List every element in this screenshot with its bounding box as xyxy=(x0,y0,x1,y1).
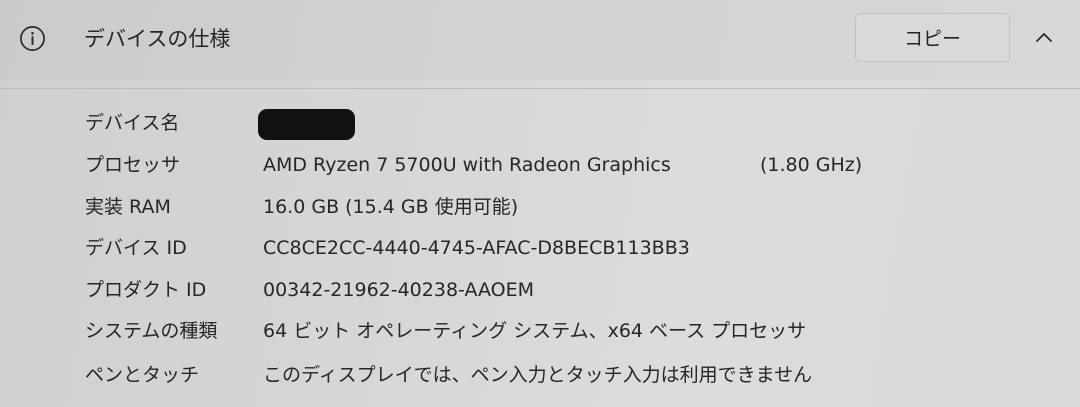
info-icon xyxy=(20,26,45,51)
spec-row-pen-and-touch: ペンとタッチ このディスプレイでは、ペン入力とタッチ入力は利用できません xyxy=(0,355,1080,395)
copy-button[interactable]: コピー xyxy=(855,13,1010,62)
spec-value: AMD Ryzen 7 5700U with Radeon Graphics xyxy=(263,154,671,176)
spec-label: システムの種類 xyxy=(85,320,218,342)
spec-label: プロセッサ xyxy=(85,154,181,176)
spec-value: 16.0 GB (15.4 GB 使用可能) xyxy=(263,196,519,218)
spec-value: CC8CE2CC-4440-4745-AFAC-D8BECB113BB3 xyxy=(263,237,690,259)
spec-label: デバイス ID xyxy=(85,237,187,259)
chevron-up-icon[interactable] xyxy=(1030,24,1058,52)
spec-row-product-id: プロダクト ID 00342-21962-40238-AAOEM xyxy=(0,270,1080,310)
spec-row-device-id: デバイス ID CC8CE2CC-4440-4745-AFAC-D8BECB11… xyxy=(0,228,1080,268)
header-divider xyxy=(0,88,1080,89)
redacted-device-name xyxy=(258,109,355,140)
spec-row-processor: プロセッサ AMD Ryzen 7 5700U with Radeon Grap… xyxy=(0,145,1080,185)
spec-label: プロダクト ID xyxy=(85,279,207,301)
spec-row-device-name: デバイス名 xyxy=(0,103,1080,143)
section-title: デバイスの仕様 xyxy=(84,27,231,51)
spec-label: デバイス名 xyxy=(85,112,180,134)
spec-label: ペンとタッチ xyxy=(85,364,200,386)
device-specifications-header[interactable]: デバイスの仕様 コピー xyxy=(0,0,1080,80)
spec-label: 実装 RAM xyxy=(85,196,171,218)
spec-value: 00342-21962-40238-AAOEM xyxy=(263,279,535,301)
spec-row-installed-ram: 実装 RAM 16.0 GB (15.4 GB 使用可能) xyxy=(0,187,1080,227)
processor-speed: (1.80 GHz) xyxy=(760,154,863,176)
spec-row-system-type: システムの種類 64 ビット オペレーティング システム、x64 ベース プロセ… xyxy=(0,311,1080,351)
device-specifications-panel: デバイスの仕様 コピー デバイス名 プロセッサ AMD Ryzen 7 5700… xyxy=(0,0,1080,407)
spec-value: 64 ビット オペレーティング システム、x64 ベース プロセッサ xyxy=(263,320,807,342)
spec-value: このディスプレイでは、ペン入力とタッチ入力は利用できません xyxy=(263,364,813,386)
